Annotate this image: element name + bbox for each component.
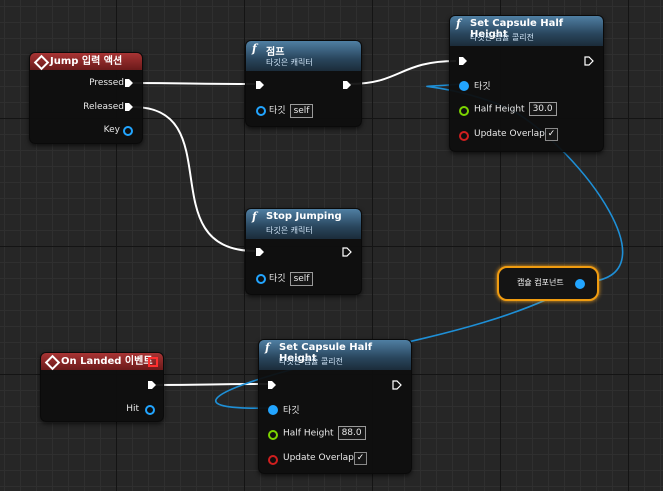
half-height-label: Half Height — [474, 104, 525, 115]
exec-wire-released-to-stop-jumping — [132, 106, 256, 252]
set-capsule-half-height-node-top[interactable]: f Set Capsule Half Height 타깃은 캡슐 콜리전 타깃 … — [449, 15, 604, 152]
exec-in-pin[interactable] — [267, 380, 277, 390]
target-label: 타깃 — [283, 406, 300, 416]
exec-out-pin[interactable] — [147, 380, 157, 390]
function-icon: f — [252, 42, 257, 55]
target-pin[interactable] — [256, 274, 266, 284]
on-landed-event-node[interactable]: On Landed 이벤트 Hit — [40, 352, 164, 422]
node-header: On Landed 이벤트 — [41, 353, 163, 371]
stop-jumping-function-node[interactable]: f Stop Jumping 타깃은 캐릭터 타깃 self — [245, 208, 362, 295]
target-pin[interactable] — [268, 405, 278, 415]
target-label: 타깃 — [474, 82, 491, 92]
delegate-square-icon — [148, 357, 158, 367]
exec-in-pin[interactable] — [458, 56, 468, 66]
target-value-box[interactable]: self — [289, 103, 314, 118]
capsule-output-pin[interactable] — [575, 279, 585, 289]
update-overlaps-label: Update Overlaps — [283, 453, 359, 463]
target-label: 타깃 — [269, 274, 286, 284]
function-icon: f — [252, 210, 257, 223]
exec-in-pin[interactable] — [255, 80, 265, 90]
node-title: 점프 — [266, 47, 285, 58]
node-header: f Set Capsule Half Height 타깃은 캡슐 콜리전 — [450, 16, 603, 46]
key-pin[interactable] — [123, 126, 133, 136]
exec-in-pin[interactable] — [255, 247, 265, 257]
key-label: Key — [103, 125, 120, 135]
node-header: Jump 입력 액션 — [30, 53, 142, 71]
exec-out-pin[interactable] — [584, 56, 594, 66]
exec-out-pin[interactable] — [392, 380, 402, 390]
variable-label: 캡슐 컴포넌트 — [517, 278, 564, 287]
node-subtitle: 타깃은 캡슐 콜리전 — [470, 33, 534, 42]
jump-input-action-node[interactable]: Jump 입력 액션 Pressed Released Key — [29, 52, 143, 144]
target-label: 타깃 — [269, 106, 286, 116]
function-icon: f — [456, 17, 461, 30]
pressed-label: Pressed — [89, 78, 124, 88]
node-subtitle: 타깃은 캡슐 콜리전 — [279, 357, 343, 366]
released-label: Released — [83, 102, 124, 112]
half-height-pin[interactable] — [268, 430, 278, 440]
node-subtitle: 타깃은 캐릭터 — [266, 226, 313, 235]
released-exec-pin[interactable] — [124, 102, 134, 112]
update-overlaps-pin[interactable] — [268, 455, 278, 465]
half-height-input[interactable]: 30.0 — [528, 102, 557, 116]
exec-out-pin[interactable] — [342, 80, 352, 90]
jump-function-node[interactable]: f 점프 타깃은 캐릭터 타깃 self — [245, 40, 362, 127]
node-title: Stop Jumping — [266, 211, 342, 222]
exec-wire-pressed-to-jump — [132, 82, 256, 85]
update-overlaps-pin[interactable] — [459, 131, 469, 141]
node-header: f 점프 타깃은 캐릭터 — [246, 41, 361, 71]
half-height-label: Half Height — [283, 428, 334, 439]
target-pin[interactable] — [256, 106, 266, 116]
target-value-box[interactable]: self — [289, 271, 314, 286]
event-diamond-icon — [33, 54, 50, 71]
event-diamond-icon — [44, 354, 61, 371]
update-overlaps-label: Update Overlaps — [474, 129, 550, 139]
half-height-pin[interactable] — [459, 106, 469, 116]
function-icon: f — [265, 341, 270, 354]
exec-out-pin[interactable] — [342, 247, 352, 257]
set-capsule-half-height-node-bottom[interactable]: f Set Capsule Half Height 타깃은 캡슐 콜리전 타깃 … — [258, 339, 412, 474]
capsule-component-variable-node[interactable]: 캡슐 컴포넌트 — [497, 266, 599, 301]
exec-wire-jump-to-set-capsule — [349, 60, 457, 85]
exec-wire-on-landed-to-set-capsule — [154, 383, 269, 386]
node-subtitle: 타깃은 캐릭터 — [266, 58, 313, 67]
pressed-exec-pin[interactable] — [124, 78, 134, 88]
hit-pin[interactable] — [145, 405, 155, 415]
node-header: f Stop Jumping 타깃은 캐릭터 — [246, 209, 361, 239]
update-overlaps-checkbox[interactable]: ✓ — [545, 128, 558, 141]
update-overlaps-checkbox[interactable]: ✓ — [354, 452, 367, 465]
half-height-input[interactable]: 88.0 — [337, 426, 366, 440]
node-header: f Set Capsule Half Height 타깃은 캡슐 콜리전 — [259, 340, 411, 370]
node-title: Jump 입력 액션 — [50, 56, 123, 67]
hit-label: Hit — [126, 404, 139, 414]
target-pin[interactable] — [459, 81, 469, 91]
node-title: On Landed 이벤트 — [61, 356, 153, 367]
